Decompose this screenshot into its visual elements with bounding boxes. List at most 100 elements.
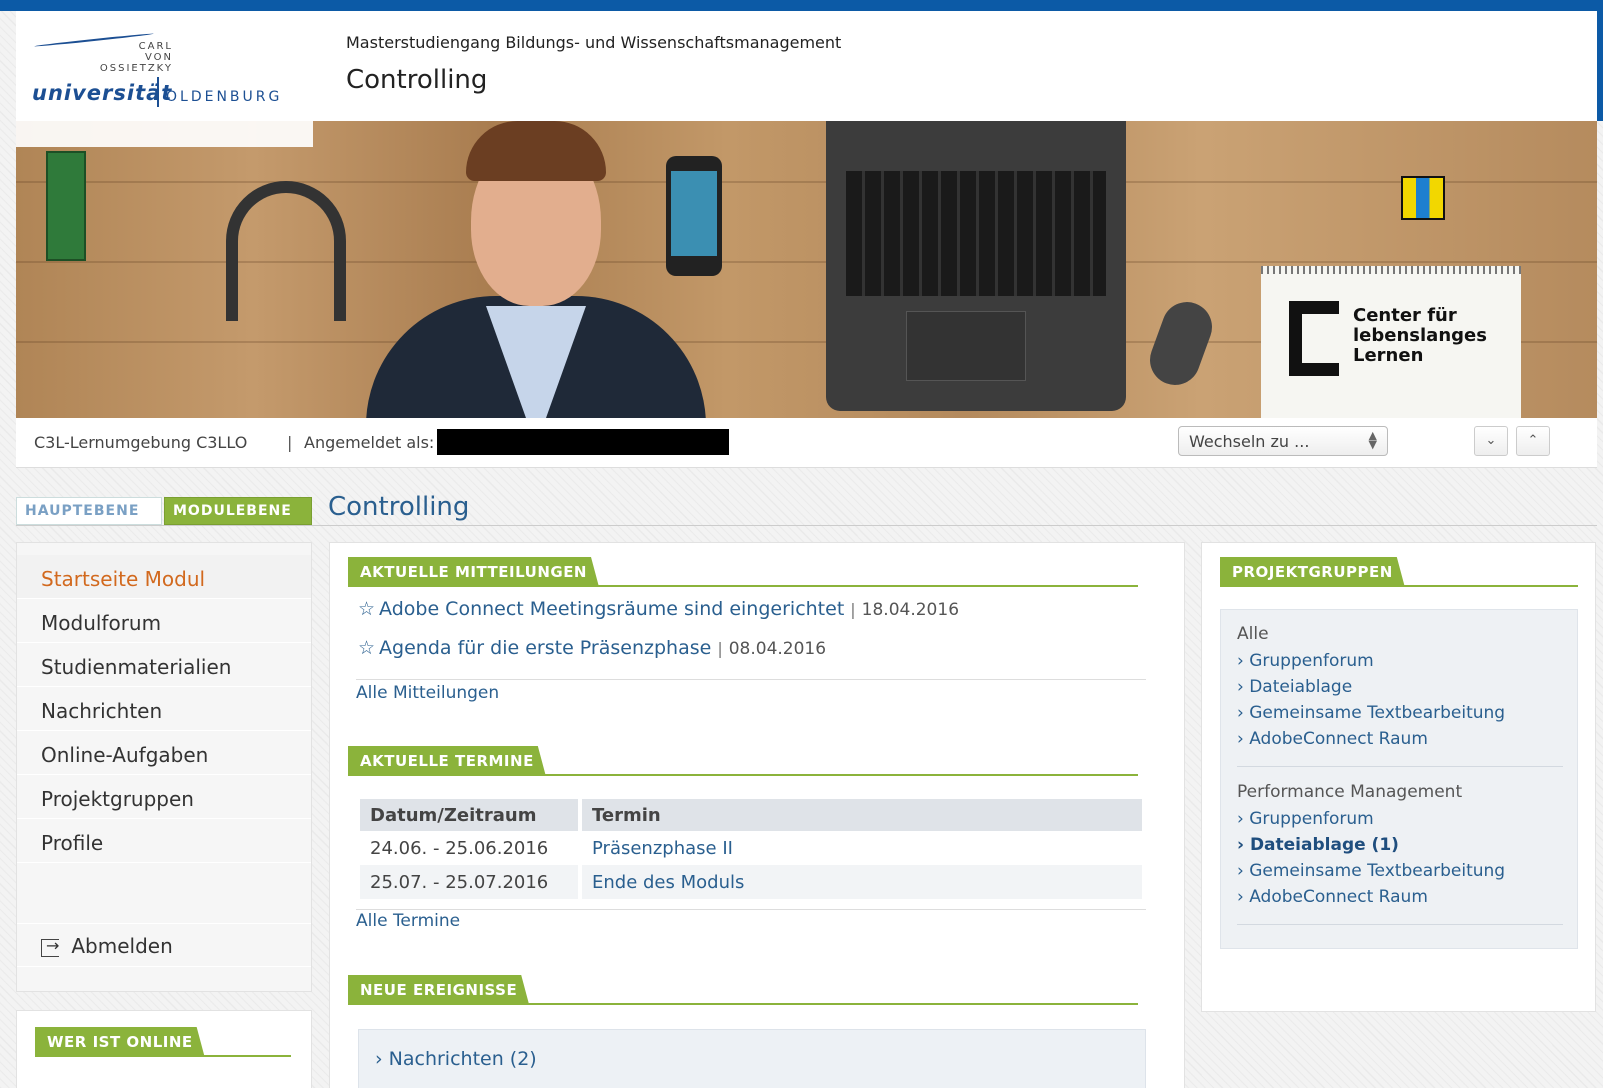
news-item[interactable]: ☆ Agenda für die erste Präsenzphase | 08.04… [358, 637, 826, 659]
redacted-username [437, 429, 729, 455]
appointment-link[interactable]: Ende des Moduls [592, 872, 744, 893]
c3l-logo-text: Center für lebenslanges Lernen [1353, 305, 1487, 366]
c3l-logo-mark [1289, 301, 1339, 376]
project-groups-list: Alle › Gruppenforum › Dateiablage › Geme… [1220, 609, 1578, 949]
laptop-image [826, 121, 1126, 411]
group-name: Alle [1237, 624, 1269, 644]
group-link-dateiablage[interactable]: › Dateiablage (1) [1237, 835, 1399, 855]
logo-university-word: universität [32, 81, 173, 105]
news-date: 18.04.2016 [861, 600, 960, 620]
select-arrows-icon: ▲ ▼ [1368, 429, 1377, 451]
all-news-link[interactable]: Alle Mitteilungen [356, 683, 499, 703]
chevron-right-icon: › [1237, 861, 1244, 881]
tab-modulebene[interactable]: MODULEBENE [164, 497, 312, 525]
laptop-keyboard [846, 171, 1106, 296]
date-range-cell: 24.06. - 25.06.2016 [360, 831, 582, 865]
sidebar-item-modulforum[interactable]: Modulforum [17, 599, 311, 643]
star-icon: ☆ [358, 637, 376, 659]
date-range-cell: 25.07. - 25.07.2016 [360, 865, 582, 899]
notepad-rings [1261, 266, 1521, 274]
logged-in-label: Angemeldet als: [304, 433, 435, 452]
column-header-date: Datum/Zeitraum [360, 799, 582, 831]
switch-to-select[interactable]: Wechseln zu ... ▲ ▼ [1178, 426, 1388, 456]
sidebar-item-online-aufgaben[interactable]: Online-Aufgaben [17, 731, 311, 775]
star-icon: ☆ [358, 598, 376, 620]
divider [356, 909, 1146, 910]
person-image [366, 121, 706, 418]
wood-plank-line [16, 181, 1597, 183]
site-header: CARL VON OSSIETZKY universität OLDENBURG… [16, 11, 1597, 147]
logout-label: Abmelden [71, 934, 173, 958]
group-link-textbearbeitung[interactable]: › Gemeinsame Textbearbeitung [1237, 861, 1505, 881]
appointment-link[interactable]: Präsenzphase II [592, 838, 733, 859]
project-groups-panel: PROJEKTGRUPPEN Alle › Gruppenforum › Dat… [1201, 542, 1596, 1012]
appointment-cell: Ende des Moduls [580, 865, 1146, 899]
module-title: Controlling [328, 492, 470, 522]
divider [1237, 924, 1563, 925]
all-dates-link[interactable]: Alle Termine [356, 911, 460, 931]
sidebar-item-nachrichten[interactable]: Nachrichten [17, 687, 311, 731]
chevron-right-icon: › [1237, 703, 1244, 723]
chevron-right-icon: › [1237, 651, 1244, 671]
person-hair [466, 121, 606, 181]
laptop-touchpad [906, 311, 1026, 381]
news-item[interactable]: ☆ Adobe Connect Meetingsräume sind einger… [358, 598, 959, 620]
university-logo[interactable]: CARL VON OSSIETZKY universität OLDENBURG [16, 11, 313, 147]
mouse-image [1142, 295, 1220, 392]
event-messages-link[interactable]: › Nachrichten (2) [375, 1048, 537, 1070]
header-banner-image: Center für lebenslanges Lernen [16, 121, 1597, 418]
who-is-online-panel: WER IST ONLINE [16, 1010, 312, 1088]
collapse-up-button[interactable]: ⌃ [1516, 426, 1550, 456]
logout-button[interactable]: Abmelden [17, 923, 311, 967]
dates-heading: AKTUELLE TERMINE [348, 746, 1138, 776]
tab-hauptebene[interactable]: HAUPTEBENE [16, 497, 162, 525]
sidebar-item-startseite-modul[interactable]: Startseite Modul [17, 555, 311, 599]
events-panel: › Nachrichten (2) [358, 1029, 1146, 1088]
divider [1237, 766, 1563, 767]
group-link-adobeconnect[interactable]: › AdobeConnect Raum [1237, 729, 1428, 749]
sidebar-item-studienmaterialien[interactable]: Studienmaterialien [17, 643, 311, 687]
news-heading: AKTUELLE MITTEILUNGEN [348, 557, 1138, 587]
sidebar-item-profile[interactable]: Profile [17, 819, 311, 863]
logout-icon [41, 936, 59, 957]
right-accent-edge [1597, 11, 1603, 121]
logo-divider [157, 77, 159, 107]
news-item-link[interactable]: Agenda für die erste Präsenzphase [379, 637, 711, 659]
user-info-bar: C3L-Lernumgebung C3LLO | Angemeldet als:… [16, 418, 1597, 468]
news-item-link[interactable]: Adobe Connect Meetingsräume sind eingeri… [379, 598, 844, 620]
chevron-right-icon: › [1237, 809, 1244, 829]
who-is-online-heading: WER IST ONLINE [35, 1027, 291, 1057]
divider [16, 525, 1597, 526]
group-link-dateiablage[interactable]: › Dateiablage [1237, 677, 1352, 697]
group-link-adobeconnect[interactable]: › AdobeConnect Raum [1237, 887, 1428, 907]
logo-city-word: OLDENBURG [166, 89, 283, 105]
circuit-board-image [46, 151, 86, 261]
news-date: 08.04.2016 [728, 639, 827, 659]
smartphone-image [666, 156, 722, 276]
table-row: 25.07. - 25.07.2016 Ende des Moduls [360, 865, 1146, 899]
project-groups-heading: PROJEKTGRUPPEN [1220, 557, 1578, 587]
appointment-cell: Präsenzphase II [580, 831, 1146, 865]
chevron-right-icon: › [1237, 729, 1244, 749]
logo-small-text: CARL VON OSSIETZKY [99, 41, 173, 74]
top-accent-bar [0, 0, 1603, 11]
group-link-gruppenforum[interactable]: › Gruppenforum [1237, 809, 1374, 829]
group-link-gruppenforum[interactable]: › Gruppenforum [1237, 651, 1374, 671]
dates-table: Datum/Zeitraum Termin 24.06. - 25.06.201… [360, 799, 1146, 899]
group-link-textbearbeitung[interactable]: › Gemeinsame Textbearbeitung [1237, 703, 1505, 723]
chevron-right-icon: › [1237, 887, 1244, 907]
c3l-notepad-logo: Center für lebenslanges Lernen [1261, 266, 1521, 418]
rubiks-cube-image [1401, 176, 1445, 220]
main-content: AKTUELLE MITTEILUNGEN ☆ Adobe Connect Mee… [329, 542, 1185, 1088]
chevron-right-icon: › [375, 1048, 383, 1070]
table-row: 24.06. - 25.06.2016 Präsenzphase II [360, 831, 1146, 865]
info-separator: | [287, 433, 293, 452]
headphones-image [226, 181, 346, 321]
page-title: Controlling [346, 65, 488, 95]
program-subtitle: Masterstudiengang Bildungs- und Wissensc… [346, 33, 842, 52]
group-name: Performance Management [1237, 782, 1463, 802]
collapse-down-button[interactable]: ⌄ [1474, 426, 1508, 456]
chevron-up-icon: ⌃ [1527, 433, 1539, 448]
events-heading: NEUE EREIGNISSE [348, 975, 1138, 1005]
sidebar-item-projektgruppen[interactable]: Projektgruppen [17, 775, 311, 819]
